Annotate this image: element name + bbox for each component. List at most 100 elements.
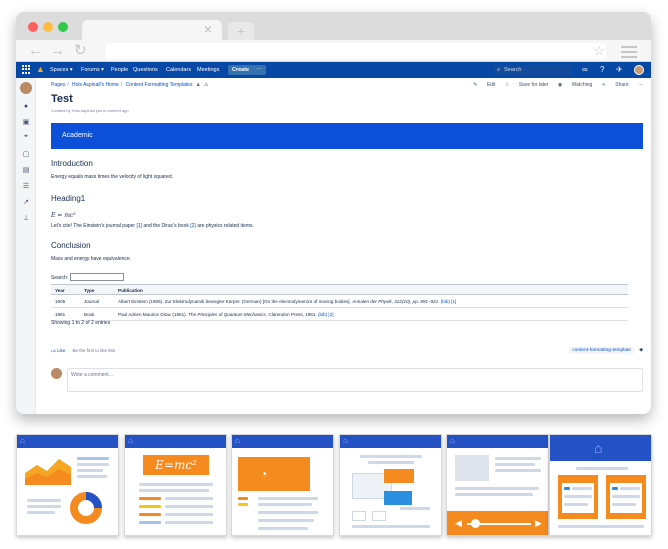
nav-questions[interactable]: Questions: [133, 62, 158, 78]
tag-icon[interactable]: ◆: [639, 348, 643, 353]
search-placeholder: Search: [504, 67, 522, 73]
address-bar[interactable]: [106, 43, 606, 59]
bib-link[interactable]: (bib) [2]: [317, 312, 334, 317]
bookmark-star-icon[interactable]: ☆: [593, 43, 605, 59]
table-row: 1905 Journal Albert Einstein (1905). Zur…: [51, 295, 628, 308]
browser-toolbar: ← → ↻ ☆: [16, 40, 651, 62]
forward-icon[interactable]: →: [50, 42, 65, 60]
pages-icon[interactable]: ▣: [16, 118, 36, 127]
home-icon: ⌂: [235, 436, 240, 445]
comment-avatar: [51, 368, 62, 379]
top-navigation: ▲ Spaces ▾ Forums ▾ People Questions Cal…: [16, 62, 651, 78]
person-icon[interactable]: ●: [16, 102, 36, 111]
comment-input[interactable]: Write a comment...: [67, 368, 643, 392]
help-icon[interactable]: ?: [600, 64, 604, 76]
user-avatar[interactable]: [634, 65, 644, 75]
share-button[interactable]: ⋖ Share: [602, 82, 629, 88]
new-tab-button[interactable]: +: [228, 22, 254, 40]
hierarchy-icon[interactable]: ⊥: [16, 214, 36, 223]
close-window-button[interactable]: [28, 22, 38, 32]
page-content: Pages / Hols Aspinall's Home / Content For…: [51, 78, 643, 414]
list-icon[interactable]: ☰: [16, 182, 36, 191]
page-byline: Created by Hols Aspinall just a moment a…: [51, 108, 129, 113]
breadcrumb: Pages / Hols Aspinall's Home / Content For…: [51, 82, 209, 88]
labels: content-formatting-template ◆: [569, 347, 643, 354]
minimize-window-button[interactable]: [43, 22, 53, 32]
page-actions: ✎ Edit ☆ Save for later ◉ Watching ⋖ Sha…: [465, 82, 643, 88]
cell-year: 1905: [55, 299, 66, 304]
rss-icon: ◔: [238, 457, 310, 491]
warning-icon[interactable]: ⚠︎: [204, 82, 208, 88]
home-icon: ⌂: [128, 436, 133, 445]
breadcrumb-pages[interactable]: Pages: [51, 82, 65, 88]
conclusion-heading: Conclusion: [51, 241, 91, 250]
heading1: Heading1: [51, 194, 86, 203]
create-button[interactable]: Create: [228, 65, 254, 75]
template-thumbnail-academic[interactable]: ⌂ E=mc²: [124, 434, 227, 536]
quote-icon[interactable]: ❞: [16, 134, 36, 143]
screenshot-stage: × + ← → ↻ ☆ ▲ Spaces ▾ Forums ▾ People Q…: [0, 0, 668, 549]
create-more-button[interactable]: ···: [252, 65, 266, 75]
questions-icon[interactable]: ▢: [16, 150, 36, 159]
back-icon[interactable]: ←: [28, 42, 43, 60]
lock-icon[interactable]: 🔒︎: [197, 82, 200, 88]
confluence-app: ▲ Spaces ▾ Forums ▾ People Questions Cal…: [16, 62, 651, 414]
donut-chart-icon: [70, 492, 102, 524]
template-thumbnail-images[interactable]: ⌂: [339, 434, 442, 536]
label-tag[interactable]: content-formatting-template: [569, 347, 634, 354]
home-icon: ⌂: [343, 436, 348, 445]
academic-banner: Academic: [51, 123, 643, 149]
nav-calendars[interactable]: Calendars: [166, 62, 191, 78]
bib-link[interactable]: (bib) [1]: [439, 299, 457, 304]
formula-banner: E=mc²: [143, 455, 209, 475]
browser-menu-icon[interactable]: [621, 46, 637, 61]
search-input[interactable]: ⌕ Search: [494, 65, 572, 75]
template-thumbnail-home[interactable]: ⌂: [549, 434, 652, 536]
space-sidebar: ● ▣ ❞ ▢ ▤ ☰ ↗ ⊥: [16, 78, 36, 414]
watching-button[interactable]: ◉ Watching: [558, 82, 592, 88]
breadcrumb-templates[interactable]: Content Formatting Templates: [126, 82, 193, 88]
template-thumbnail-charts[interactable]: ⌂: [16, 434, 119, 536]
table-row: 1981 Book Paul Adrien Maurice Dirac (198…: [51, 308, 628, 321]
formula: E = mc²: [51, 212, 76, 219]
table-search-label: Search:: [51, 275, 69, 281]
breadcrumb-home[interactable]: Hols Aspinall's Home: [72, 82, 119, 88]
template-thumbnail-carousel[interactable]: ⌂ ◀ ▶: [446, 434, 549, 536]
calendar-icon[interactable]: ▤: [16, 166, 36, 175]
browser-window: × + ← → ↻ ☆ ▲ Spaces ▾ Forums ▾ People Q…: [16, 12, 651, 414]
like-hint: Be the first to like this: [72, 348, 116, 353]
nav-meetings[interactable]: Meetings: [197, 62, 219, 78]
template-thumbnail-rss[interactable]: ⌂ ◔: [231, 434, 334, 536]
nav-people[interactable]: People: [111, 62, 128, 78]
image-placeholder-icon: [455, 455, 489, 481]
edit-button[interactable]: ✎ Edit: [473, 82, 495, 88]
cell-publication: Albert Einstein (1905). Zur Elektrodynam…: [118, 299, 457, 304]
home-icon: ⌂: [20, 436, 25, 445]
reload-icon[interactable]: ↻: [74, 42, 87, 60]
bibliography-table: Year Type Publication 1905 Journal Alber…: [51, 284, 628, 321]
tab-bar: × +: [16, 12, 651, 40]
home-icon: ⌂: [450, 436, 455, 445]
browser-tab[interactable]: ×: [82, 20, 222, 40]
area-chart-icon: [25, 459, 71, 485]
introduction-text: Energy equals mass times the velocity of…: [51, 174, 174, 180]
table-info: Showing 1 to 2 of 2 entries: [51, 320, 111, 326]
space-avatar[interactable]: [20, 82, 32, 94]
speech-bubble-icon: [384, 491, 412, 505]
binoculars-icon[interactable]: ∞: [582, 64, 588, 76]
nav-forums[interactable]: Forums ▾: [81, 62, 104, 78]
app-switcher-icon[interactable]: [22, 65, 31, 74]
table-search-input[interactable]: [70, 273, 124, 281]
more-actions-button[interactable]: ···: [638, 82, 643, 88]
nav-spaces[interactable]: Spaces ▾: [50, 62, 73, 78]
confluence-logo-icon[interactable]: ▲: [36, 65, 45, 74]
notifications-icon[interactable]: ✈: [616, 64, 623, 76]
like-row: 👍︎ Like Be the first to like this: [51, 348, 115, 354]
save-for-later-button[interactable]: ☆ Save for later: [505, 82, 549, 88]
page-title: Test: [51, 93, 73, 105]
table-header-row: Year Type Publication: [51, 284, 628, 295]
zoom-window-button[interactable]: [58, 22, 68, 32]
tab-close-icon[interactable]: ×: [204, 21, 212, 37]
export-icon[interactable]: ↗: [16, 198, 36, 207]
like-button[interactable]: 👍︎ Like: [51, 348, 65, 353]
